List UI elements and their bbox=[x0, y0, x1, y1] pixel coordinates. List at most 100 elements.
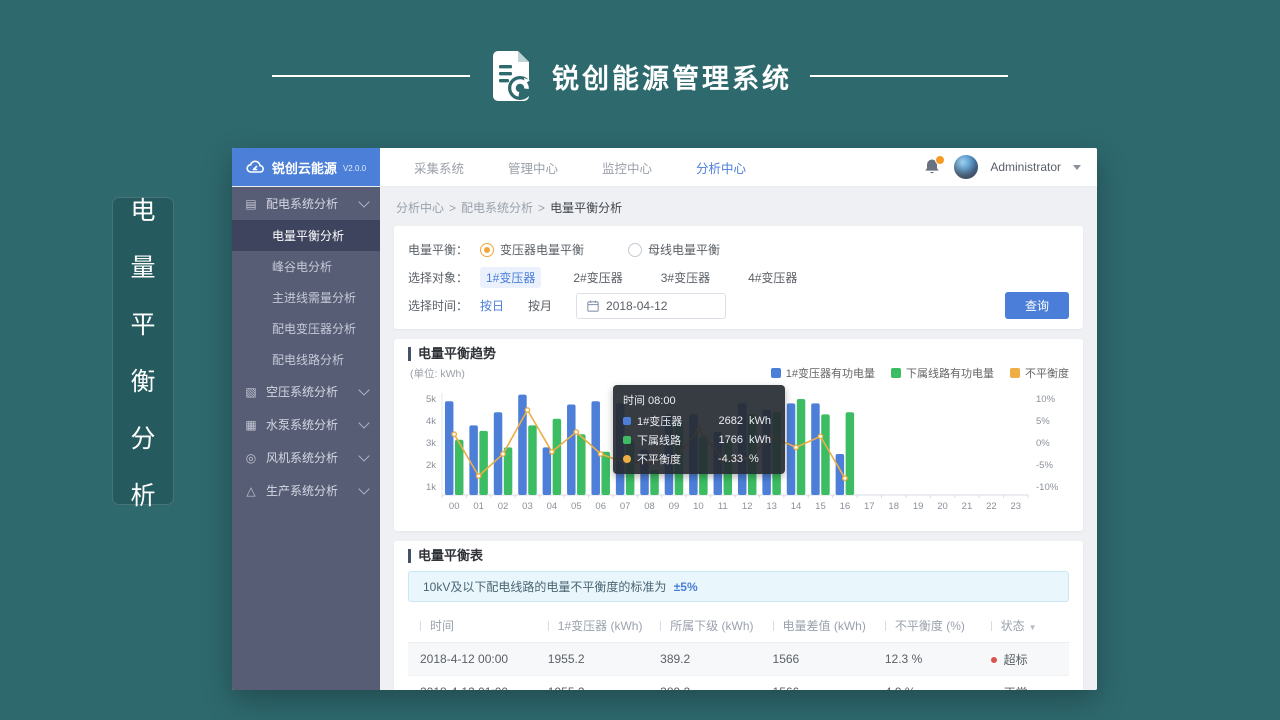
sidebar-group-2[interactable]: ▦水泵系统分析 bbox=[232, 408, 380, 441]
axis-tick-label: 04 bbox=[547, 501, 558, 512]
line-marker[interactable] bbox=[550, 450, 554, 454]
sidebar-item-0-3[interactable]: 配电变压器分析 bbox=[232, 313, 380, 344]
bar-0-15[interactable] bbox=[811, 403, 820, 495]
line-marker[interactable] bbox=[599, 452, 603, 456]
line-marker[interactable] bbox=[501, 452, 505, 456]
bar-0-4[interactable] bbox=[543, 447, 552, 495]
balance-table-section: 电量平衡表 10kV及以下配电线路的电量不平衡度的标准为 ±5% 时间1#变压器… bbox=[394, 541, 1083, 690]
line-marker[interactable] bbox=[452, 432, 456, 436]
nav-tab-2[interactable]: 监控中心 bbox=[602, 158, 652, 177]
balance-radio-0[interactable]: 变压器电量平衡 bbox=[480, 241, 584, 258]
sidebar-group-3[interactable]: ◎风机系统分析 bbox=[232, 441, 380, 474]
col-header-3: 电量差值 (kWh) bbox=[772, 608, 884, 643]
time-mode-1[interactable]: 按月 bbox=[528, 297, 552, 314]
side-label-char: 平 bbox=[130, 305, 155, 341]
chevron-down-icon bbox=[358, 483, 369, 494]
object-pill-3[interactable]: 4#变压器 bbox=[742, 267, 803, 288]
bar-1-1[interactable] bbox=[479, 431, 488, 495]
bar-1-6[interactable] bbox=[601, 452, 610, 495]
sidebar-item-0-4[interactable]: 配电线路分析 bbox=[232, 344, 380, 375]
breadcrumb-separator: > bbox=[538, 201, 545, 215]
time-label: 选择时间： bbox=[408, 297, 480, 314]
status-text: 正常 bbox=[1004, 686, 1028, 691]
header-divider bbox=[660, 621, 661, 631]
bar-1-5[interactable] bbox=[577, 434, 586, 495]
col-header-2: 所属下级 (kWh) bbox=[659, 608, 771, 643]
col-header-5[interactable]: 状态▼ bbox=[990, 608, 1069, 643]
bar-1-15[interactable] bbox=[821, 414, 830, 495]
line-marker[interactable] bbox=[476, 474, 480, 478]
axis-tick-label: 03 bbox=[522, 501, 533, 512]
tooltip-value: 2682 bbox=[719, 415, 743, 427]
breadcrumb-item-1[interactable]: 配电系统分析 bbox=[461, 201, 533, 215]
bar-1-4[interactable] bbox=[553, 419, 562, 495]
legend-swatch-icon bbox=[1010, 368, 1020, 378]
axis-tick-label: 5k bbox=[426, 394, 436, 405]
bar-0-1[interactable] bbox=[469, 425, 478, 495]
object-options: 1#变压器 2#变压器 3#变压器 4#变压器 bbox=[480, 267, 829, 288]
sidebar-group-0[interactable]: ▤配电系统分析 bbox=[232, 187, 380, 220]
tooltip-row-0: 1#变压器2682kWh bbox=[623, 413, 775, 429]
sidebar-item-0-2[interactable]: 主进线需量分析 bbox=[232, 282, 380, 313]
sidebar-item-0-1[interactable]: 峰谷电分析 bbox=[232, 251, 380, 282]
line-marker[interactable] bbox=[525, 408, 529, 412]
legend-item-2[interactable]: 不平衡度 bbox=[1010, 365, 1069, 381]
time-mode-options: 按日 按月 bbox=[480, 297, 576, 314]
axis-tick-label: 18 bbox=[888, 501, 899, 512]
legend-item-0[interactable]: 1#变压器有功电量 bbox=[771, 365, 875, 381]
time-mode-0[interactable]: 按日 bbox=[480, 297, 504, 314]
fan-icon: ◎ bbox=[244, 451, 258, 465]
axis-tick-label: 22 bbox=[986, 501, 997, 512]
bar-0-6[interactable] bbox=[591, 401, 600, 495]
sidebar: ▤配电系统分析电量平衡分析峰谷电分析主进线需量分析配电变压器分析配电线路分析▧空… bbox=[232, 187, 380, 690]
tooltip-unit: kWh bbox=[749, 434, 775, 446]
bar-1-3[interactable] bbox=[528, 425, 537, 495]
avatar[interactable] bbox=[954, 155, 978, 179]
axis-tick-label: 07 bbox=[620, 501, 631, 512]
object-pill-0[interactable]: 1#变压器 bbox=[480, 267, 541, 288]
cloud-icon bbox=[246, 160, 266, 175]
line-marker[interactable] bbox=[794, 445, 798, 449]
caret-down-icon[interactable]: ▼ bbox=[1029, 623, 1037, 632]
axis-tick-label: 05 bbox=[571, 501, 582, 512]
tooltip-row-2: 不平衡度-4.33% bbox=[623, 451, 775, 467]
chevron-down-icon[interactable] bbox=[1073, 165, 1081, 170]
axis-tick-label: 10 bbox=[693, 501, 704, 512]
radio-icon bbox=[480, 243, 494, 257]
sidebar-group-1[interactable]: ▧空压系统分析 bbox=[232, 375, 380, 408]
status-cell: 超标 bbox=[990, 643, 1069, 676]
header-divider bbox=[885, 621, 886, 631]
trend-section: 电量平衡趋势 1#变压器有功电量下属线路有功电量不平衡度 (单位: kWh) 1… bbox=[394, 339, 1083, 531]
col-header-0: 时间 bbox=[408, 608, 547, 643]
tooltip-time: 时间 08:00 bbox=[623, 392, 775, 408]
object-pill-1[interactable]: 2#变压器 bbox=[567, 267, 628, 288]
app-logo[interactable]: 锐创云能源 V2.0.0 bbox=[232, 148, 380, 186]
line-marker[interactable] bbox=[818, 434, 822, 438]
sidebar-group-4[interactable]: △生产系统分析 bbox=[232, 474, 380, 507]
notifications-button[interactable] bbox=[924, 158, 942, 176]
legend-item-1[interactable]: 下属线路有功电量 bbox=[891, 365, 994, 381]
nav-tab-3[interactable]: 分析中心 bbox=[696, 158, 746, 177]
axis-tick-label: 16 bbox=[840, 501, 851, 512]
bar-1-16[interactable] bbox=[846, 412, 855, 495]
banner-left-rule bbox=[272, 75, 470, 77]
sidebar-item-0-0[interactable]: 电量平衡分析 bbox=[232, 220, 380, 251]
cell-0-0: 2018-4-12 00:00 bbox=[408, 643, 547, 676]
axis-tick-label: 5% bbox=[1036, 416, 1050, 427]
balance-radio-1[interactable]: 母线电量平衡 bbox=[628, 241, 720, 258]
breadcrumb-item-2: 电量平衡分析 bbox=[550, 201, 622, 215]
bar-0-5[interactable] bbox=[567, 405, 576, 496]
breadcrumb-item-0[interactable]: 分析中心 bbox=[396, 201, 444, 215]
object-pill-2[interactable]: 3#变压器 bbox=[655, 267, 716, 288]
side-label-char: 衡 bbox=[130, 362, 155, 398]
line-marker[interactable] bbox=[574, 430, 578, 434]
bar-0-0[interactable] bbox=[445, 401, 454, 495]
nav-tab-1[interactable]: 管理中心 bbox=[508, 158, 558, 177]
nav-tab-0[interactable]: 采集系统 bbox=[414, 158, 464, 177]
tooltip-label: 1#变压器 bbox=[637, 413, 682, 429]
date-input[interactable]: 2018-04-12 bbox=[576, 293, 726, 319]
orange-dot-icon bbox=[623, 455, 631, 463]
line-marker[interactable] bbox=[843, 476, 847, 480]
query-button[interactable]: 查询 bbox=[1005, 292, 1069, 319]
balance-trend-chart[interactable]: 1k2k3k4k5k-10%-5%0%5%10%0001020304050607… bbox=[408, 383, 1069, 529]
